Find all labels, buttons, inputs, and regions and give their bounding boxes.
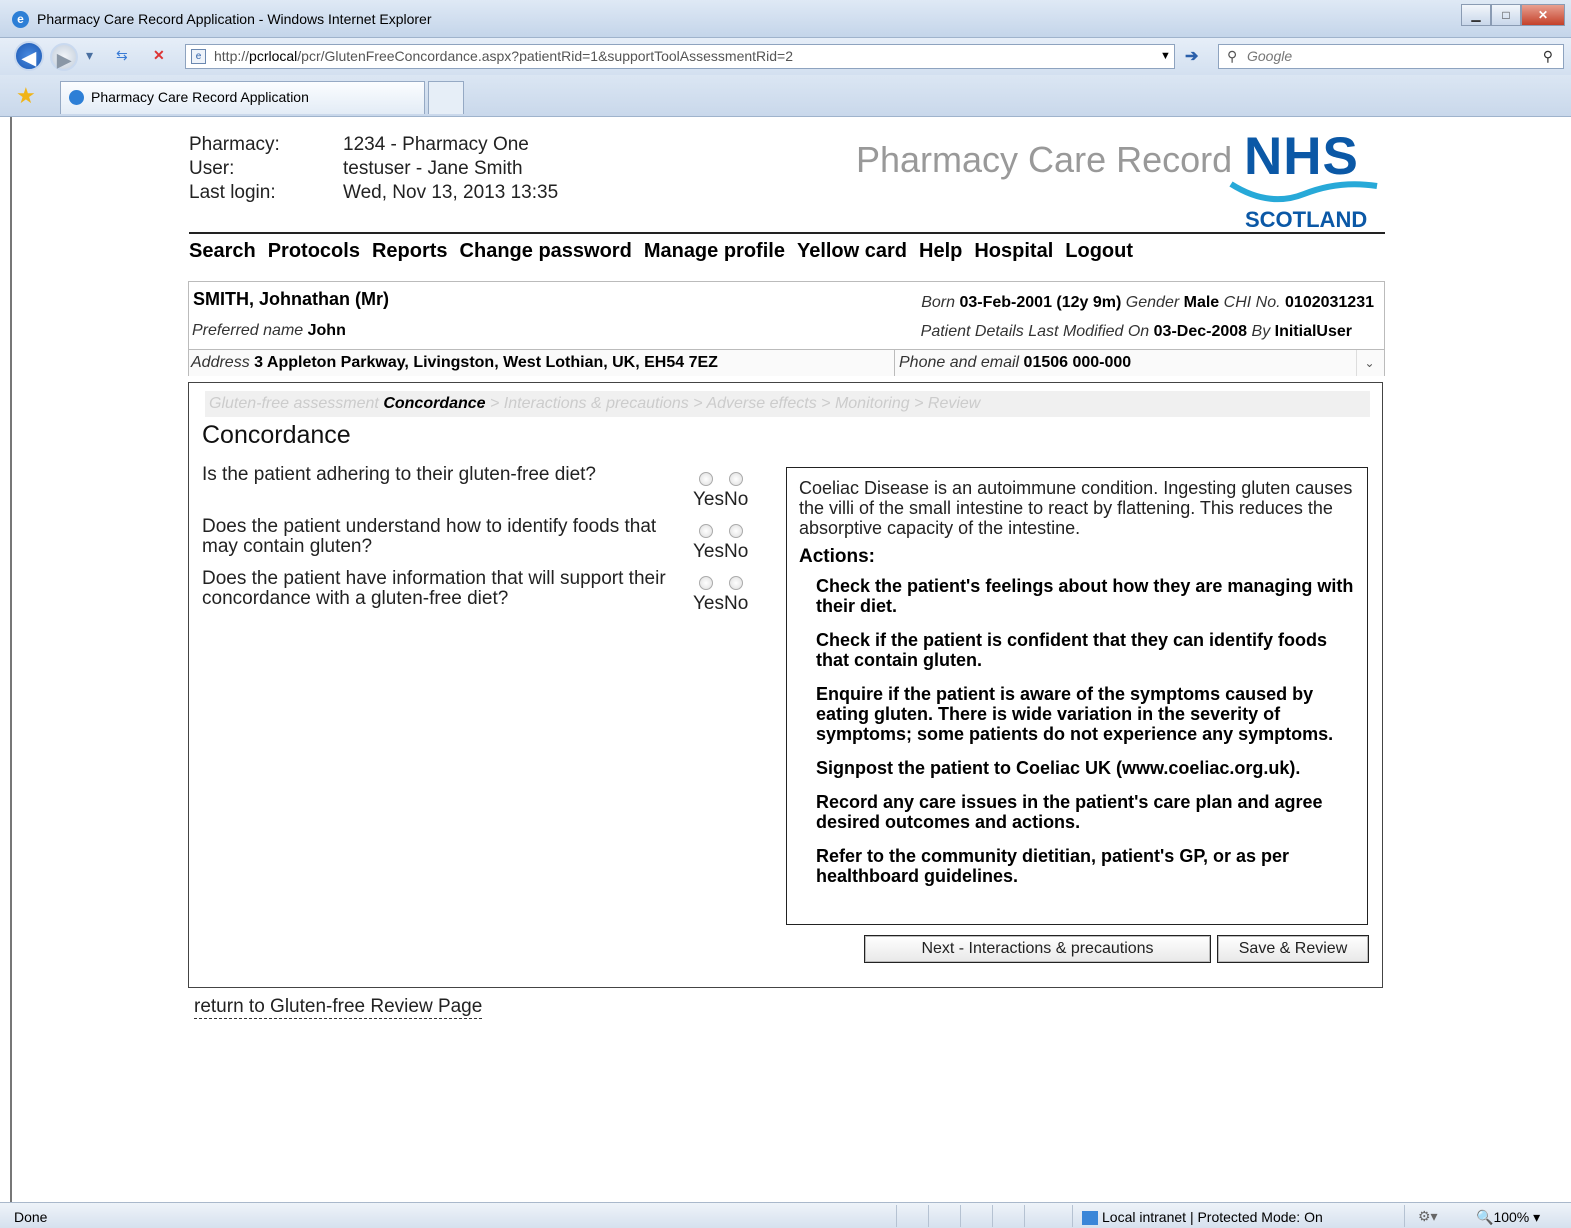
login-info: Pharmacy: 1234 - Pharmacy One User: testus…	[189, 133, 558, 205]
preferred-name: John	[307, 322, 346, 339]
concordance-panel: Gluten-free assessment Concordance > Int…	[188, 382, 1383, 988]
nav-search[interactable]: Search	[189, 240, 256, 263]
nav-manage-profile[interactable]: Manage profile	[644, 240, 785, 263]
url-dropdown-icon[interactable]: ▼	[1160, 50, 1171, 62]
address-toolbar: ◀ ▶ ▾ ⇆ ✕ e http://pcrlocal/pcr/GlutenFr…	[0, 38, 1571, 75]
expand-details-chevron-icon[interactable]: ⌄	[1356, 350, 1382, 376]
close-window-button[interactable]: ✕	[1521, 4, 1565, 26]
patient-last-modified: Patient Details Last Modified On 03-Dec-…	[920, 323, 1352, 340]
question-information: Does the patient have information that w…	[202, 568, 666, 609]
page-icon: e	[191, 49, 206, 64]
window-title-bar: e Pharmacy Care Record Application - Win…	[0, 0, 1571, 38]
search-input[interactable]: ⚲ Google ⚲	[1218, 44, 1564, 69]
status-text: Done	[14, 1209, 48, 1225]
favorites-star-icon[interactable]: ★	[16, 83, 36, 109]
nav-protocols[interactable]: Protocols	[268, 240, 360, 263]
page-title: Concordance	[202, 421, 351, 449]
radio-yes[interactable]	[699, 524, 713, 538]
nav-yellow-card[interactable]: Yellow card	[797, 240, 907, 263]
nav-hospital[interactable]: Hospital	[974, 240, 1053, 263]
search-icon[interactable]: ⚲	[1543, 45, 1553, 68]
window-title: Pharmacy Care Record Application - Windo…	[37, 11, 432, 27]
radio-yes[interactable]	[699, 472, 713, 486]
status-bar: Done Local intranet | Protected Mode: On…	[0, 1202, 1571, 1228]
history-dropdown-icon[interactable]: ▾	[86, 47, 93, 64]
question-identify-foods: Does the patient understand how to ident…	[202, 516, 657, 557]
security-zone: Local intranet | Protected Mode: On	[1082, 1209, 1323, 1226]
header-divider	[189, 232, 1385, 234]
breadcrumb-remaining: > Interactions & precautions > Adverse e…	[490, 395, 981, 412]
maximize-button[interactable]: □	[1491, 4, 1521, 26]
next-interactions-button[interactable]: Next - Interactions & precautions	[864, 935, 1211, 963]
nav-help[interactable]: Help	[919, 240, 962, 263]
radio-group-identify-foods: Yes No	[693, 521, 753, 563]
actions-list: Check the patient's feelings about how t…	[799, 576, 1355, 886]
nav-reports[interactable]: Reports	[372, 240, 448, 263]
radio-group-information: Yes No	[693, 573, 753, 615]
action-item: Enquire if the patient is aware of the s…	[816, 684, 1334, 744]
patient-name: SMITH, Johnathan (Mr)	[193, 289, 389, 309]
patient-address: Address 3 Appleton Parkway, Livingston, …	[191, 354, 718, 371]
wizard-breadcrumb: Gluten-free assessment Concordance > Int…	[205, 391, 1370, 417]
pharmacy-value: 1234 - Pharmacy One	[343, 134, 529, 155]
nav-logout[interactable]: Logout	[1065, 240, 1133, 263]
patient-phone: Phone and email 01506 000-000	[894, 350, 1131, 376]
patient-demographics: Born 03-Feb-2001 (12y 9m) Gender Male CH…	[921, 294, 1374, 311]
tab-pharmacy-care-record[interactable]: Pharmacy Care Record Application	[60, 81, 425, 114]
guidance-box: Coeliac Disease is an autoimmune conditi…	[786, 467, 1368, 925]
go-arrow-icon[interactable]: ➔	[1185, 46, 1198, 66]
action-item: Record any care issues in the patient's …	[816, 792, 1323, 832]
radio-no[interactable]	[729, 576, 743, 590]
action-item: Refer to the community dietitian, patien…	[816, 846, 1290, 886]
ie-logo-icon: e	[12, 11, 29, 28]
action-item: Signpost the patient to Coeliac UK (www.…	[816, 758, 1301, 778]
radio-yes[interactable]	[699, 576, 713, 590]
new-tab-button[interactable]	[428, 81, 464, 114]
stop-icon[interactable]: ✕	[153, 47, 165, 64]
intranet-zone-icon	[1082, 1211, 1098, 1226]
breadcrumb-current: Concordance	[383, 395, 486, 412]
radio-no[interactable]	[729, 524, 743, 538]
user-value: testuser - Jane Smith	[343, 158, 523, 179]
minimize-button[interactable]: ▁	[1461, 4, 1491, 26]
action-item: Check if the patient is confident that t…	[816, 630, 1328, 670]
save-review-button[interactable]: Save & Review	[1217, 935, 1369, 963]
guidance-intro: Coeliac Disease is an autoimmune conditi…	[799, 478, 1353, 538]
app-title: Pharmacy Care Record	[856, 139, 1233, 180]
breadcrumb-step-assessment[interactable]: Gluten-free assessment	[209, 395, 379, 412]
main-nav: Search Protocols Reports Change password…	[189, 240, 1133, 263]
question-adhering: Is the patient adhering to their gluten-…	[202, 464, 596, 485]
actions-heading: Actions:	[799, 546, 875, 567]
forward-button[interactable]: ▶	[50, 43, 78, 71]
search-provider-icon: ⚲	[1227, 48, 1238, 64]
tab-bar: ★ Pharmacy Care Record Application	[0, 75, 1571, 117]
protected-mode-icon[interactable]: ⚙▾	[1418, 1208, 1438, 1225]
return-review-link[interactable]: return to Gluten-free Review Page	[194, 996, 483, 1019]
action-item: Check the patient's feelings about how t…	[816, 576, 1354, 616]
pharmacy-label: Pharmacy:	[189, 134, 280, 155]
refresh-icon[interactable]: ⇆	[116, 47, 128, 64]
zoom-level[interactable]: 🔍100% ▾	[1476, 1209, 1540, 1226]
back-button[interactable]: ◀	[14, 41, 44, 71]
logo-wave-icon	[1229, 181, 1378, 203]
radio-no[interactable]	[729, 472, 743, 486]
nhs-scotland-logo: NHS SCOTLAND	[1229, 127, 1379, 233]
last-login-value: Wed, Nov 13, 2013 13:35	[343, 182, 559, 203]
patient-banner: SMITH, Johnathan (Mr) Preferred name Joh…	[188, 281, 1385, 376]
tab-favicon-icon	[69, 90, 84, 105]
nav-change-password[interactable]: Change password	[460, 240, 632, 263]
url-input[interactable]: e http://pcrlocal/pcr/GlutenFreeConcorda…	[185, 44, 1175, 69]
user-label: User:	[189, 158, 235, 179]
radio-group-adhering: Yes No	[693, 469, 753, 511]
last-login-label: Last login:	[189, 182, 276, 203]
